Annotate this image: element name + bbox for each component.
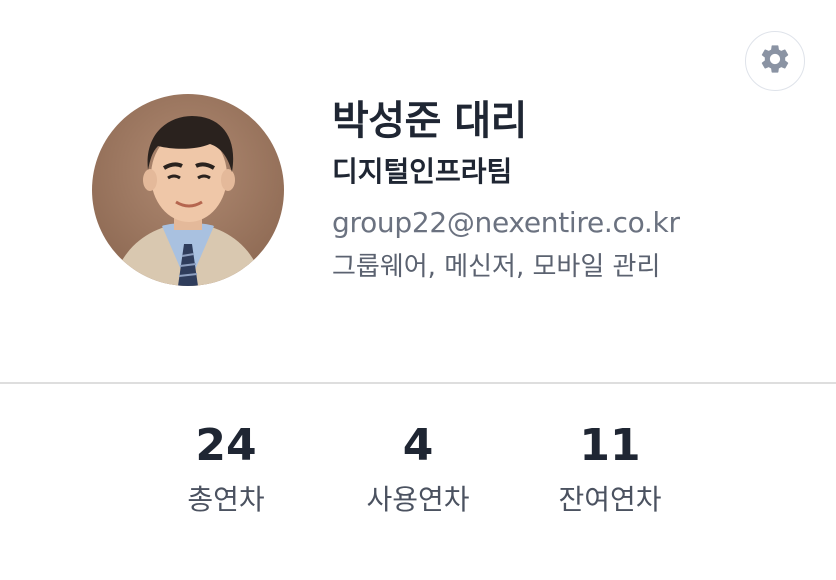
divider: [0, 382, 836, 384]
stat-used-leave: 4 사용연차: [338, 418, 498, 526]
stat-label: 잔여연차: [558, 483, 662, 516]
stat-label: 총연차: [187, 483, 265, 516]
settings-button[interactable]: [745, 31, 805, 91]
gear-icon: [758, 42, 792, 80]
stat-label: 사용연차: [366, 483, 470, 516]
profile-name: 박성준 대리: [332, 98, 527, 144]
stat-value: 24: [195, 420, 257, 471]
profile-email: group22@nexentire.co.kr: [332, 206, 680, 239]
user-photo-icon: [92, 94, 284, 286]
stat-value: 11: [579, 420, 641, 471]
profile-duty: 그룹웨어, 메신저, 모바일 관리: [332, 252, 661, 282]
avatar: [92, 94, 284, 286]
profile-team: 디지털인프라팀: [332, 155, 513, 188]
stat-remaining-leave: 11 잔여연차: [530, 418, 690, 526]
stat-total-leave: 24 총연차: [146, 418, 306, 526]
stat-value: 4: [402, 420, 434, 471]
